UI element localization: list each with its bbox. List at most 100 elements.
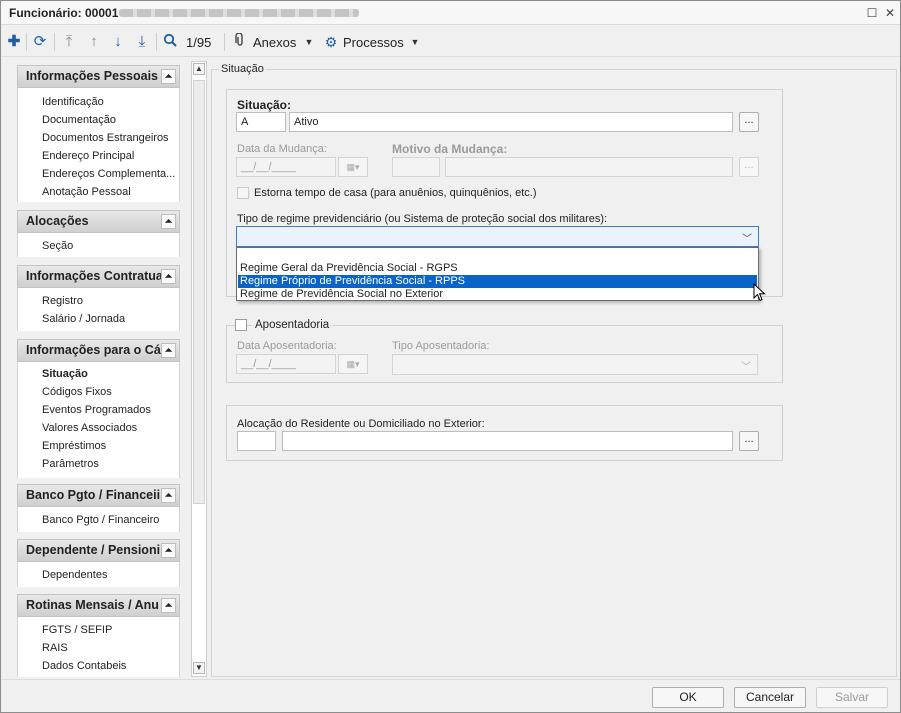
situacao-description-field[interactable]: Ativo bbox=[289, 112, 733, 132]
ok-button[interactable]: OK bbox=[652, 687, 724, 708]
window-title: Funcionário: 00001 bbox=[9, 6, 119, 20]
record-counter: 1/95 bbox=[186, 35, 212, 50]
collapse-icon[interactable]: ⏶ bbox=[161, 598, 176, 613]
sidebar-item-registro[interactable]: Registro bbox=[42, 295, 83, 307]
alocacao-code-field[interactable] bbox=[237, 431, 276, 451]
sidebar-scrollbar[interactable]: ▲ ▼ bbox=[191, 61, 207, 677]
aposentadoria-label: Aposentadoria bbox=[252, 319, 333, 331]
close-icon[interactable]: ✕ bbox=[883, 6, 897, 20]
sidebar-item-parametros[interactable]: Parâmetros bbox=[42, 458, 99, 470]
sidebar-item-valores-associados[interactable]: Valores Associados bbox=[42, 422, 137, 434]
sidebar-section-rotinas-mensais[interactable]: Rotinas Mensais / Anu ⏶ bbox=[17, 594, 180, 617]
alocacao-lookup-button[interactable]: ... bbox=[739, 431, 759, 451]
sidebar-section-body: Seção bbox=[17, 233, 180, 257]
section-title: Banco Pgto / Financeii bbox=[26, 488, 161, 502]
collapse-icon[interactable]: ⏶ bbox=[161, 214, 176, 229]
sidebar-section-dependente-pensionista[interactable]: Dependente / Pensioni ⏶ bbox=[17, 539, 180, 562]
cancel-button[interactable]: Cancelar bbox=[734, 687, 806, 708]
next-record-icon[interactable]: ↓ bbox=[110, 33, 126, 51]
last-record-icon[interactable]: ⤓ bbox=[134, 33, 150, 51]
sidebar-section-informacoes-contratuais[interactable]: Informações Contratuai ⏶ bbox=[17, 265, 180, 288]
regime-label: Tipo de regime previdenciário (ou Sistem… bbox=[237, 213, 608, 225]
sidebar-section-banco-pgto[interactable]: Banco Pgto / Financeii ⏶ bbox=[17, 484, 180, 507]
chevron-down-icon[interactable]: ﹀ bbox=[742, 230, 752, 245]
employee-window: Funcionário: 00001 ☐ ✕ ✚ ⟳ ⤒ ↑ ↓ ⤓ 1/95 … bbox=[0, 0, 901, 713]
chevron-down-icon[interactable]: ﹀ bbox=[741, 358, 751, 373]
calendar-icon[interactable]: ▦▾ bbox=[338, 157, 368, 177]
sidebar-item-secao[interactable]: Seção bbox=[42, 240, 73, 252]
sidebar-item-situacao[interactable]: Situação bbox=[42, 368, 88, 380]
sidebar-item-codigos-fixos[interactable]: Códigos Fixos bbox=[42, 386, 112, 398]
sidebar-item-rais[interactable]: RAIS bbox=[42, 642, 68, 654]
save-button[interactable]: Salvar bbox=[816, 687, 888, 708]
estorna-label: Estorna tempo de casa (para anuênios, qu… bbox=[254, 187, 537, 199]
alocacao-description-field[interactable] bbox=[282, 431, 733, 451]
aposentadoria-checkbox[interactable] bbox=[235, 319, 247, 331]
sidebar-section-informacoes-calculo[interactable]: Informações para o Cál ⏶ bbox=[17, 339, 180, 362]
situacao-lookup-button[interactable]: ... bbox=[739, 112, 759, 132]
anexos-chevron-down-icon[interactable]: ▼ bbox=[303, 33, 315, 51]
toolbar: ✚ ⟳ ⤒ ↑ ↓ ⤓ 1/95 Anexos ▼ ⚙ Processos ▼ bbox=[1, 27, 900, 57]
maximize-icon[interactable]: ☐ bbox=[865, 6, 879, 20]
motivo-mudanca-description-field[interactable] bbox=[445, 157, 733, 177]
sidebar-item-dados-contabeis[interactable]: Dados Contabeis bbox=[42, 660, 126, 672]
regime-option-rgps[interactable]: Regime Geral da Previdência Social - RGP… bbox=[238, 262, 757, 275]
collapse-icon[interactable]: ⏶ bbox=[161, 543, 176, 558]
sidebar-section-informacoes-pessoais[interactable]: Informações Pessoais ⏶ bbox=[17, 65, 180, 88]
first-record-icon[interactable]: ⤒ bbox=[61, 33, 77, 51]
paperclip-icon[interactable] bbox=[234, 32, 246, 51]
sidebar-item-identificacao[interactable]: Identificação bbox=[42, 96, 104, 108]
sidebar-section-alocacoes[interactable]: Alocações ⏶ bbox=[17, 210, 180, 233]
processos-chevron-down-icon[interactable]: ▼ bbox=[409, 33, 421, 51]
motivo-lookup-button[interactable]: ... bbox=[739, 157, 759, 177]
redacted-title-detail bbox=[119, 9, 359, 17]
sidebar-item-documentos-estrangeiros[interactable]: Documentos Estrangeiros bbox=[42, 132, 169, 144]
data-mudanca-field[interactable]: __/__/____ bbox=[236, 157, 336, 177]
sidebar-item-documentacao[interactable]: Documentação bbox=[42, 114, 116, 126]
collapse-icon[interactable]: ⏶ bbox=[161, 69, 176, 84]
scroll-up-icon[interactable]: ▲ bbox=[193, 63, 205, 75]
sidebar-section-body: Dependentes bbox=[17, 562, 180, 587]
sidebar-item-enderecos-complementares[interactable]: Endereços Complementa... bbox=[42, 168, 175, 180]
situacao-code-field[interactable]: A bbox=[236, 112, 286, 132]
sidebar-section-body: Banco Pgto / Financeiro bbox=[17, 507, 180, 532]
previous-record-icon[interactable]: ↑ bbox=[86, 33, 102, 51]
motivo-mudanca-label: Motivo da Mudança: bbox=[392, 142, 508, 156]
sidebar-section-body: Registro Salário / Jornada bbox=[17, 288, 180, 331]
sidebar-item-emprestimos[interactable]: Empréstimos bbox=[42, 440, 106, 452]
toolbar-separator bbox=[54, 33, 55, 51]
regime-dropdown-list[interactable]: Regime Geral da Previdência Social - RGP… bbox=[236, 247, 759, 301]
gear-icon[interactable]: ⚙ bbox=[324, 33, 338, 51]
mouse-cursor-icon bbox=[753, 283, 766, 302]
data-aposentadoria-field[interactable]: __/__/____ bbox=[236, 354, 336, 374]
sidebar-item-endereco-principal[interactable]: Endereço Principal bbox=[42, 150, 134, 162]
section-title: Informações Contratuai bbox=[26, 269, 167, 283]
sidebar-item-fgts-sefip[interactable]: FGTS / SEFIP bbox=[42, 624, 112, 636]
motivo-mudanca-code-field[interactable] bbox=[392, 157, 440, 177]
search-icon[interactable] bbox=[162, 33, 178, 51]
scroll-down-icon[interactable]: ▼ bbox=[193, 662, 205, 674]
collapse-icon[interactable]: ⏶ bbox=[161, 488, 176, 503]
processos-menu[interactable]: Processos bbox=[343, 35, 404, 50]
calendar-icon[interactable]: ▦▾ bbox=[338, 354, 368, 374]
regime-option-exterior[interactable]: Regime de Previdência Social no Exterior bbox=[238, 288, 757, 301]
sidebar-item-salario-jornada[interactable]: Salário / Jornada bbox=[42, 313, 125, 325]
scrollbar-thumb[interactable] bbox=[193, 80, 205, 504]
regime-select[interactable]: ﹀ bbox=[236, 226, 759, 247]
sidebar-item-anotacao-pessoal[interactable]: Anotação Pessoal bbox=[42, 186, 131, 198]
add-icon[interactable]: ✚ bbox=[7, 33, 21, 51]
sidebar-item-banco-pgto-financeiro[interactable]: Banco Pgto / Financeiro bbox=[42, 514, 159, 526]
section-title: Alocações bbox=[26, 214, 89, 228]
collapse-icon[interactable]: ⏶ bbox=[161, 269, 176, 284]
regime-option-rpps[interactable]: Regime Próprio de Previdência Social - R… bbox=[238, 275, 757, 288]
collapse-icon[interactable]: ⏶ bbox=[161, 343, 176, 358]
refresh-icon[interactable]: ⟳ bbox=[32, 33, 48, 51]
sidebar-item-eventos-programados[interactable]: Eventos Programados bbox=[42, 404, 151, 416]
anexos-menu[interactable]: Anexos bbox=[253, 35, 296, 50]
sidebar-section-body: FGTS / SEFIP RAIS Dados Contabeis bbox=[17, 617, 180, 677]
group-title: Situação bbox=[219, 63, 266, 75]
estorna-checkbox[interactable] bbox=[237, 187, 249, 199]
section-title: Informações Pessoais bbox=[26, 69, 159, 83]
sidebar-item-dependentes[interactable]: Dependentes bbox=[42, 569, 107, 581]
tipo-aposentadoria-select[interactable]: ﹀ bbox=[392, 354, 758, 375]
